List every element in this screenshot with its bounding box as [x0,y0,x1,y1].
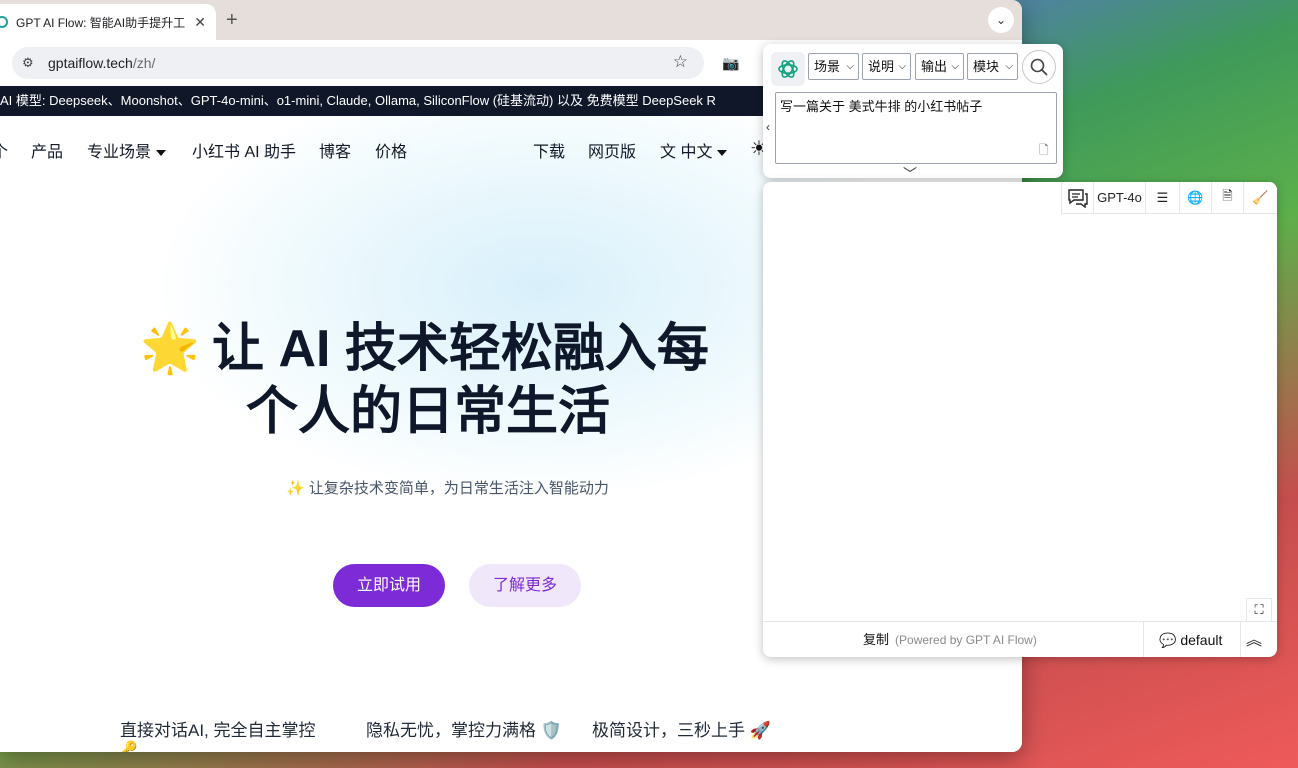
output-dropdown[interactable]: 输出 ⌵ [915,53,964,80]
instruction-dropdown-label: 说明 [868,59,895,74]
language-label: 中文 [680,144,713,161]
scene-dropdown-label: 场景 [814,59,841,74]
hero-star-emoji: 🌟 [140,322,200,375]
url-host: gptaiflow.tech [48,55,133,71]
double-chevron-up-icon[interactable]: ︽ [1246,626,1262,650]
nav-scenarios-label: 专业场景 [87,144,152,161]
feature-item-3: 极简设计，三秒上手 🚀 [592,721,771,740]
copy-label: 复制 [863,632,890,647]
search-button[interactable] [1022,50,1056,84]
site-favicon-icon [0,16,8,28]
banner-text: AI 模型: Deepseek、Moonshot、GPT-4o-mini、o1-… [0,93,716,108]
persona-label: default [1180,632,1223,648]
tab-title: GPT AI Flow: 智能AI助手提升工 [16,15,186,30]
chat-bubble-svg [1067,188,1088,208]
fullscreen-icon[interactable]: ⛶ [1246,598,1272,622]
url-text: gptaiflow.tech/zh/ [48,55,155,71]
translate-icon: 文 [660,144,677,161]
output-dropdown-label: 输出 [921,59,948,74]
extension-result-panel: GPT-4o ☰ 🌐 🗎 🧹 ⛶ 复制 (Powered by GPT AI Fl… [763,182,1277,657]
address-bar[interactable]: ⚙ gptaiflow.tech/zh/ ☆ [12,47,704,79]
caret-down-icon [156,149,167,156]
language-switcher[interactable]: 文 中文 [660,138,728,162]
bookmark-star-icon[interactable]: ☆ [673,52,688,72]
persona-chat-icon: 💬 [1159,632,1177,648]
expand-chevron-down-icon[interactable]: ﹀ [903,164,917,184]
caret-down-icon [717,149,728,156]
footer-divider [1143,622,1144,657]
nav-item-partial[interactable]: 个 [0,138,8,162]
instruction-dropdown[interactable]: 说明 ⌵ [862,53,911,80]
result-footer: 复制 (Powered by GPT AI Flow) 💬 default ︽ [763,621,1277,657]
nav-item-xiaohongshu[interactable]: 小红书 AI 助手 [192,138,296,162]
hero-title-line2: 个人的日常生活 [246,383,611,441]
nav-item-blog[interactable]: 博客 [319,138,351,162]
model-label: GPT-4o [1097,190,1142,205]
footer-divider [1240,622,1241,657]
nav-item-pricing[interactable]: 价格 [375,138,407,162]
feature-key-emoji: 🔑 [120,740,138,752]
persona-selector[interactable]: 💬 default [1159,622,1222,657]
result-output-area[interactable] [763,214,1277,620]
module-dropdown[interactable]: 模块 ⌵ [967,53,1018,80]
chevron-down-icon: ⌵ [898,61,906,72]
nav-item-scenarios[interactable]: 专业场景 [87,138,167,162]
openai-logo-icon[interactable] [771,52,805,86]
nav-item-web[interactable]: 网页版 [588,138,636,162]
feature-item-2: 隐私无忧，掌控力满格 🛡️ [366,721,562,740]
search-icon [1030,58,1048,76]
hero-subtitle: ✨ 让复杂技术变简单，为日常生活注入智能动力 [286,480,609,497]
new-tab-button[interactable]: + [226,8,238,32]
clear-broom-icon[interactable]: 🧹 [1243,182,1277,214]
tab-active[interactable]: GPT AI Flow: 智能AI助手提升工 ✕ [0,4,216,40]
powered-by-text: (Powered by GPT AI Flow) [895,633,1037,647]
url-path: /zh/ [132,55,156,71]
tab-bar: GPT AI Flow: 智能AI助手提升工 ✕ + ⌄ [0,0,1022,40]
hero-title-line1: 让 AI 技术轻松融入每 [212,320,709,378]
openai-logo-svg [778,60,798,78]
learn-more-button[interactable]: 了解更多 [469,564,581,607]
chat-icon[interactable] [1061,182,1093,214]
prompt-input[interactable]: 写一篇关于 美式牛排 的小红书帖子 [775,92,1057,164]
globe-icon[interactable]: 🌐 [1179,182,1211,214]
module-dropdown-label: 模块 [973,59,1000,74]
nav-item-products[interactable]: 产品 [31,138,63,162]
camera-icon[interactable]: 📷 [722,55,739,72]
file-icon[interactable]: 🗋 [1039,141,1049,162]
chevron-left-icon[interactable]: ‹ [766,120,770,134]
list-icon[interactable]: ☰ [1145,182,1179,214]
tab-close-icon[interactable]: ✕ [194,12,206,32]
try-now-button[interactable]: 立即试用 [333,564,445,607]
scene-dropdown[interactable]: 场景 ⌵ [808,53,859,80]
copy-button[interactable]: 复制 (Powered by GPT AI Flow) [863,622,1037,657]
tab-search-chevron-down-icon[interactable]: ⌄ [988,7,1014,33]
markdown-file-icon[interactable]: 🗎 [1211,182,1243,214]
nav-item-download[interactable]: 下载 [533,138,565,162]
feature-item-1: 直接对话AI, 完全自主掌控 [120,721,316,740]
extension-prompt-panel: 场景 ⌵ 说明 ⌵ 输出 ⌵ 模块 ⌵ ‹ 写一篇关于 美式牛排 的小红书帖子 🗋 ﹀ [763,44,1063,182]
model-selector[interactable]: GPT-4o [1093,182,1145,214]
chevron-down-icon: ⌵ [1005,61,1013,72]
chevron-down-icon: ⌵ [846,61,854,72]
site-settings-icon[interactable]: ⚙ [22,55,40,71]
chevron-down-icon: ⌵ [951,61,959,72]
